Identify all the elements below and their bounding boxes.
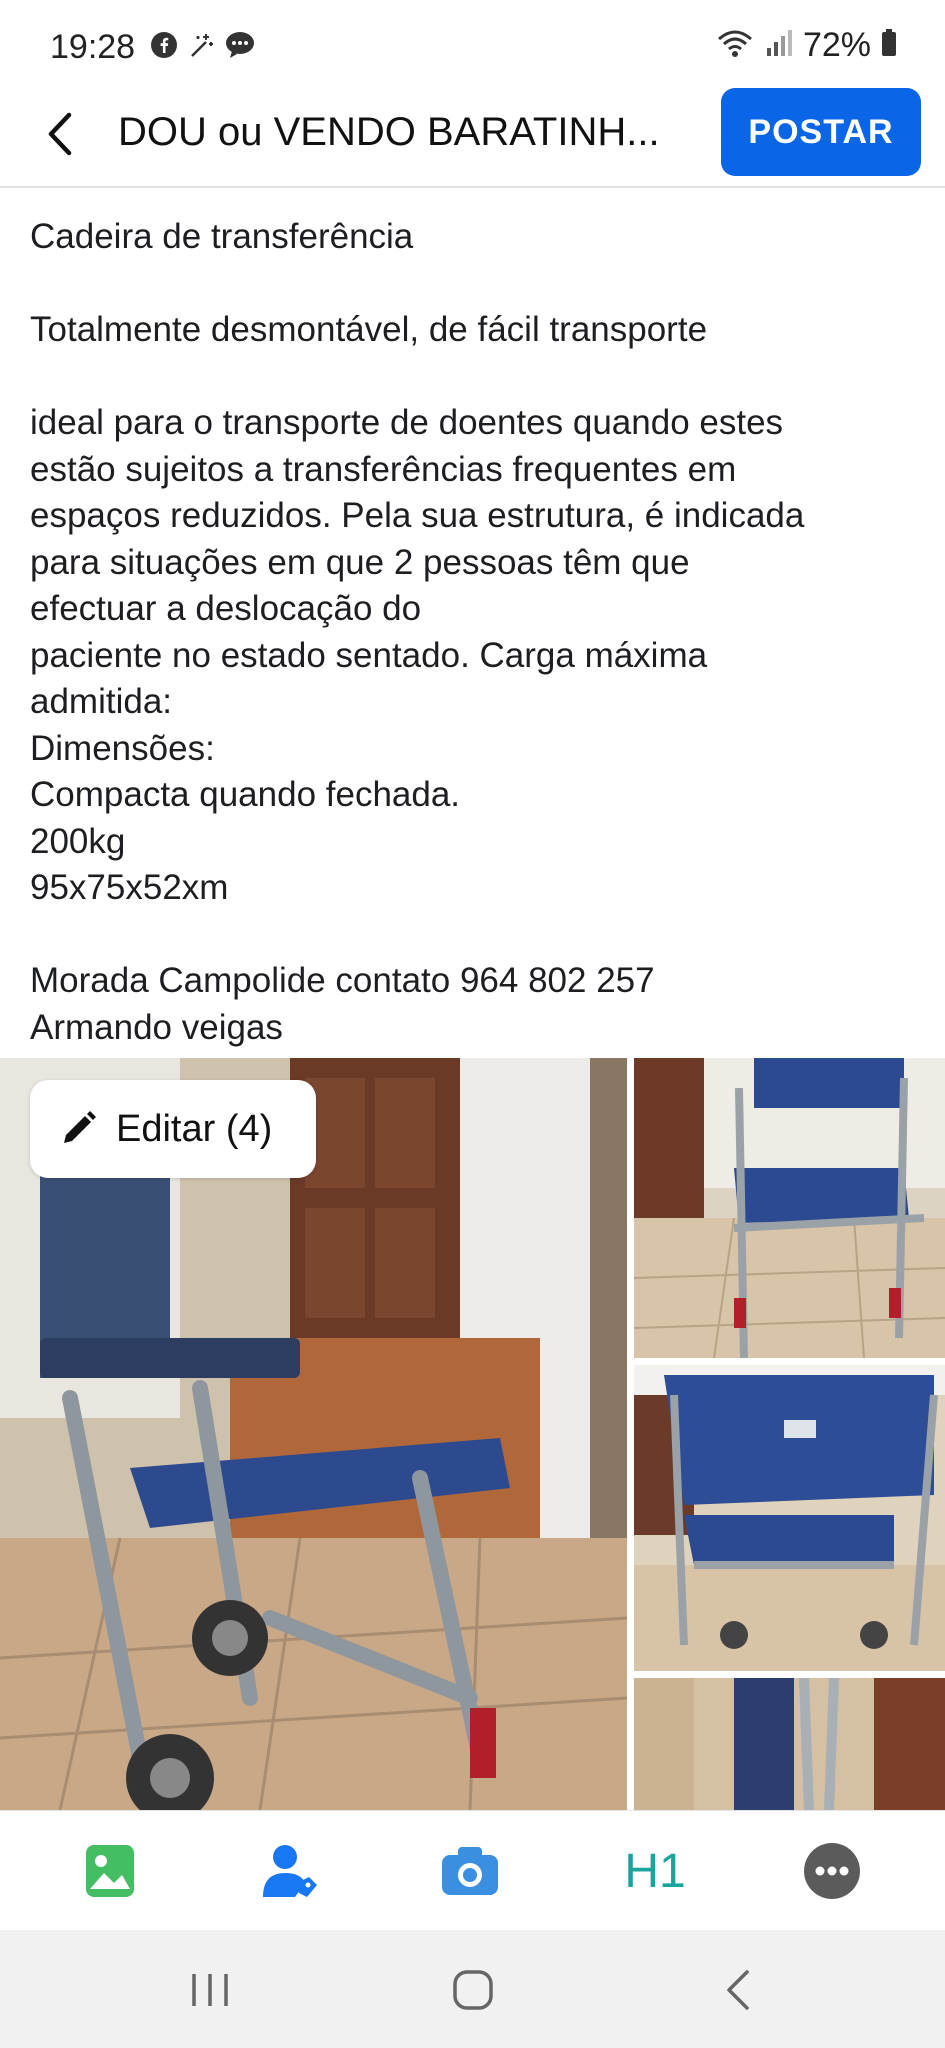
home-button[interactable] bbox=[443, 1960, 503, 2020]
recent-apps-button[interactable] bbox=[180, 1960, 240, 2020]
messenger-icon bbox=[224, 31, 256, 64]
description-line: Dimensões: bbox=[30, 728, 215, 768]
photo-thumbnail-2[interactable] bbox=[634, 1365, 945, 1671]
contact-line: Morada Campolide contato 964 802 257 bbox=[30, 961, 655, 1000]
photo-grid: Editar (4) bbox=[0, 1058, 945, 1810]
tag-people-icon bbox=[263, 1845, 317, 1897]
photo-thumbnail-3[interactable] bbox=[634, 1678, 945, 1810]
pencil-icon bbox=[64, 1111, 96, 1143]
signal-icon bbox=[765, 28, 793, 63]
description-line: efectuar a deslocação do bbox=[30, 589, 422, 628]
facebook-icon bbox=[150, 31, 178, 64]
heading-icon: H1 bbox=[624, 1844, 686, 1898]
system-back-button[interactable] bbox=[708, 1960, 768, 2020]
system-nav-bar bbox=[0, 1930, 945, 2048]
camera-icon bbox=[442, 1847, 498, 1895]
back-arrow-icon bbox=[48, 112, 72, 156]
post-title-line: Cadeira de transferência bbox=[30, 217, 414, 256]
photo-icon bbox=[86, 1845, 134, 1897]
composer-toolbar: H1 bbox=[0, 1810, 945, 1931]
status-system-icons: 72% bbox=[715, 26, 897, 65]
edit-photos-button[interactable]: Editar (4) bbox=[30, 1080, 316, 1178]
description-line: Compacta quando fechada. bbox=[30, 775, 461, 814]
description-line: para situações em que 2 pessoas têm que bbox=[30, 542, 690, 582]
photo-thumbnail-1[interactable] bbox=[634, 1058, 945, 1358]
back-button[interactable] bbox=[30, 104, 90, 164]
composer-header: DOU ou VENDO BARATINH... POSTAR bbox=[0, 84, 945, 188]
post-button[interactable]: POSTAR bbox=[721, 88, 921, 176]
wifi-icon bbox=[715, 27, 755, 64]
description-line: ideal para o transporte de doentes quand… bbox=[30, 403, 784, 442]
home-icon bbox=[453, 1970, 493, 2010]
battery-percent: 72% bbox=[802, 26, 871, 64]
post-text-editor[interactable]: Cadeira de transferência Totalmente desm… bbox=[30, 214, 920, 1051]
system-back-icon bbox=[727, 1970, 749, 2010]
more-icon bbox=[804, 1843, 860, 1899]
post-subtitle-line: Totalmente desmontável, de fácil transpo… bbox=[30, 310, 708, 349]
description-line: paciente no estado sentado. Carga máxima bbox=[30, 635, 708, 675]
status-bar: 19:28 72% bbox=[0, 0, 945, 84]
group-title: DOU ou VENDO BARATINH... bbox=[118, 110, 660, 154]
battery-icon bbox=[881, 29, 897, 62]
status-time: 19:28 bbox=[50, 28, 136, 66]
heading-button[interactable]: H1 bbox=[620, 1839, 690, 1903]
camera-button[interactable] bbox=[438, 1839, 502, 1903]
description-line: 95x75x52xm bbox=[30, 868, 229, 907]
add-photo-button[interactable] bbox=[78, 1839, 142, 1903]
more-options-button[interactable] bbox=[800, 1839, 864, 1903]
description-line: espaços reduzidos. Pela sua estrutura, é… bbox=[30, 496, 805, 535]
sparkle-icon bbox=[186, 30, 216, 65]
description-line: 200kg bbox=[30, 821, 126, 861]
description-line: estão sujeitos a transferências frequent… bbox=[30, 449, 737, 489]
chair-photo-4 bbox=[634, 1678, 945, 1810]
chair-photo-3 bbox=[634, 1365, 945, 1671]
chair-photo-2 bbox=[634, 1058, 945, 1358]
tag-people-button[interactable] bbox=[258, 1839, 322, 1903]
name-line: Armando veigas bbox=[30, 1007, 283, 1047]
recent-apps-icon bbox=[192, 1974, 228, 2006]
status-notification-icons bbox=[150, 30, 256, 65]
edit-photos-label: Editar (4) bbox=[116, 1107, 273, 1150]
photo-main[interactable]: Editar (4) bbox=[0, 1058, 627, 1810]
description-line: admitida: bbox=[30, 682, 173, 721]
